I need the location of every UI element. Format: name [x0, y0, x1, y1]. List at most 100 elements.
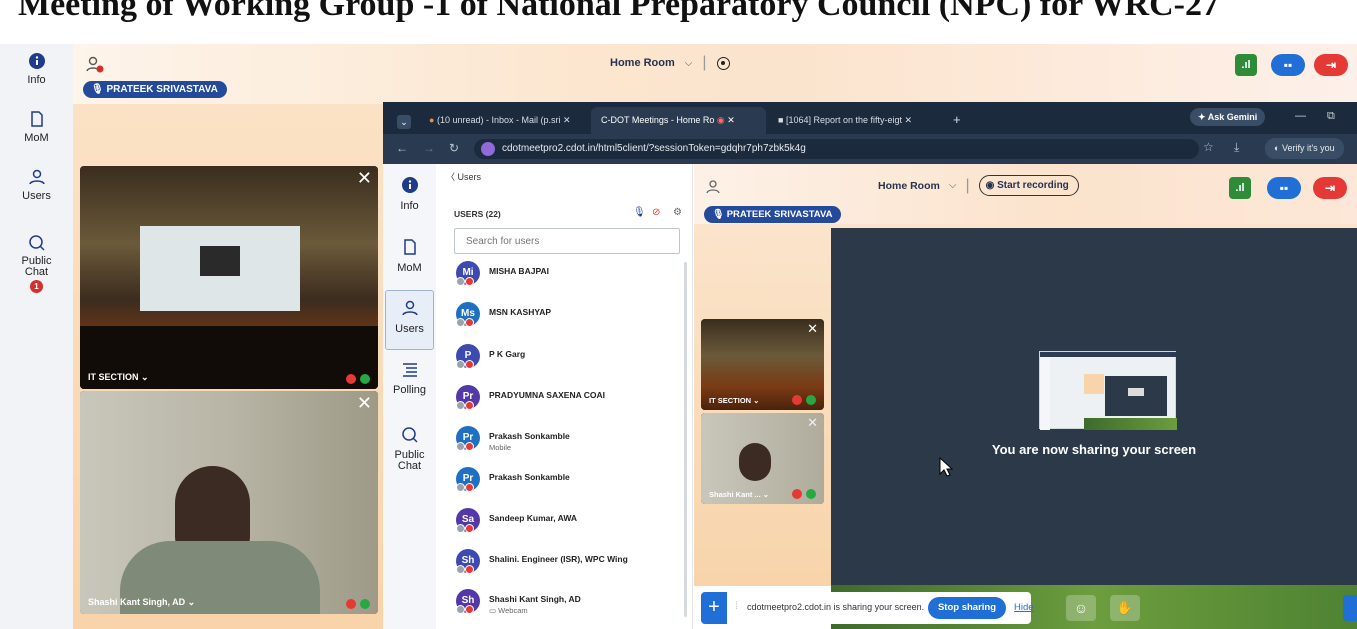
- mic-muted-icon: [465, 524, 474, 533]
- inner-video-tile-it-section[interactable]: ✕ IT SECTION ⌄: [701, 319, 824, 410]
- user-list-toggle-icon[interactable]: [705, 180, 721, 194]
- outer-sidebar-users[interactable]: Users: [0, 168, 73, 202]
- user-row-prakash[interactable]: Pr Prakash Sonkamble: [456, 467, 686, 505]
- meeting-heading: Meeting of Working Group -1 of National …: [18, 0, 1219, 23]
- drag-handle-icon[interactable]: ⁞: [735, 601, 738, 612]
- outer-sidebar-mom[interactable]: MoM: [0, 110, 73, 144]
- edge-button[interactable]: [1343, 595, 1357, 621]
- inner-room-name: Home Room: [878, 179, 940, 192]
- leave-button[interactable]: ⇥: [1313, 177, 1347, 199]
- user-row-misha[interactable]: Mi MISHA BAJPAI: [456, 261, 686, 299]
- record-icon[interactable]: [716, 56, 730, 70]
- inner-room-selector[interactable]: Home Room ⌵ | ◉ Start recording: [878, 175, 1079, 196]
- close-icon[interactable]: ✕: [563, 115, 571, 125]
- user-name: PRADYUMNA SAXENA COAI: [489, 390, 606, 400]
- gear-icon[interactable]: ⚙: [673, 207, 682, 218]
- outer-topbar: [73, 44, 1357, 104]
- inner-sidebar-polling[interactable]: Polling: [383, 360, 436, 396]
- connection-stats-button[interactable]: .ıl: [1235, 54, 1257, 76]
- inner-sidebar-users[interactable]: Users: [385, 290, 434, 350]
- status-icon: [456, 524, 465, 533]
- mute-all-icon[interactable]: ⊘: [652, 207, 660, 218]
- users-back-button[interactable]: 〈 Users: [446, 170, 481, 183]
- tile-label[interactable]: Shashi Kant Singh, AD ⌄: [88, 597, 195, 608]
- connection-stats-button[interactable]: .ıl: [1229, 177, 1251, 199]
- outer-video-tile-it-section[interactable]: ✕ IT SECTION ⌄: [80, 166, 378, 389]
- verify-button[interactable]: ◐ Verify it's you: [1265, 138, 1344, 159]
- tab-inbox[interactable]: ● (10 unread) - Inbox - Mail (p.sri ✕: [419, 107, 589, 134]
- user-row-sandeep[interactable]: Sa Sandeep Kumar, AWA: [456, 508, 686, 546]
- reload-icon[interactable]: ↻: [449, 141, 459, 155]
- tab-report[interactable]: ■ [1064] Report on the fifty-eigt ✕: [768, 107, 948, 134]
- user-icon: [401, 300, 418, 316]
- tile-label[interactable]: IT SECTION ⌄: [709, 396, 759, 405]
- new-tab-button[interactable]: +: [943, 107, 963, 134]
- cursor-icon: [939, 457, 953, 477]
- tile-label[interactable]: Shashi Kant ... ⌄: [709, 490, 769, 499]
- start-recording-button[interactable]: ◉ Start recording: [978, 175, 1079, 196]
- user-list-toggle-icon[interactable]: [86, 56, 106, 74]
- preview-logo: [1128, 388, 1144, 396]
- emoji-button[interactable]: ☺: [1066, 595, 1096, 621]
- chevron-down-icon: ⌵: [948, 180, 957, 191]
- tab-report-label: [1064] Report on the fifty-eigt: [785, 115, 903, 125]
- leave-button[interactable]: ⇥: [1314, 54, 1348, 76]
- user-row-pradyumna[interactable]: Pr PRADYUMNA SAXENA COAI: [456, 385, 686, 423]
- user-row-msn[interactable]: Ms MSN KASHYAP: [456, 302, 686, 340]
- url-field[interactable]: cdotmeetpro2.cdot.in/html5client/?sessio…: [474, 139, 1199, 159]
- mic-muted-icon: [465, 401, 474, 410]
- users-panel: 〈 Users USERS (22) 🎙 ⊘ ⚙ Mi MISHA BAJPAI…: [436, 164, 693, 629]
- user-row-shashi[interactable]: Sh Shashi Kant Singh, AD ▭ Webcam: [456, 589, 686, 627]
- tile-label[interactable]: IT SECTION ⌄: [88, 372, 149, 383]
- inner-video-tile-shashi[interactable]: ✕ Shashi Kant ... ⌄: [701, 413, 824, 504]
- close-icon[interactable]: ✕: [807, 321, 818, 337]
- mic-icon[interactable]: 🎙: [633, 207, 646, 218]
- back-arrow-icon[interactable]: ←: [396, 141, 408, 155]
- tab-cdot-meetings[interactable]: C-DOT Meetings - Home Ro ◉ ✕: [591, 107, 766, 134]
- ask-gemini-button[interactable]: ✦ Ask Gemini: [1190, 108, 1266, 126]
- outer-sidebar-info[interactable]: Info: [0, 52, 73, 86]
- close-icon[interactable]: ✕: [727, 115, 735, 125]
- inner-sidebar-mom[interactable]: MoM: [383, 238, 436, 274]
- inner-presenter-pill: 🎙 PRATEEK SRIVASTAVA: [704, 206, 842, 223]
- user-icon: [28, 169, 45, 185]
- list-icon: [402, 363, 417, 377]
- mic-muted-icon: [465, 605, 474, 614]
- plus-button[interactable]: +: [701, 592, 727, 624]
- outer-sidebar-public-chat[interactable]: Public Chat 1: [0, 234, 73, 293]
- site-info-icon[interactable]: [481, 142, 495, 156]
- close-icon[interactable]: ✕: [807, 415, 818, 431]
- stop-sharing-button[interactable]: Stop sharing: [928, 597, 1006, 619]
- bookmark-star-icon[interactable]: ☆: [1203, 140, 1214, 154]
- screen-share-area: You are now sharing your screen: [831, 228, 1357, 585]
- share-notification-bar: + ⁞ cdotmeetpro2.cdot.in is sharing your…: [701, 592, 1034, 624]
- search-users-input[interactable]: [454, 228, 680, 254]
- download-icon[interactable]: ⤓: [1234, 140, 1239, 155]
- minimize-icon[interactable]: —: [1295, 110, 1306, 122]
- user-name: MSN KASHYAP: [489, 307, 552, 317]
- doc-icon: ■: [778, 115, 784, 125]
- close-icon[interactable]: ✕: [357, 168, 372, 189]
- raise-hand-button[interactable]: ✋: [1110, 595, 1140, 621]
- tab-list-button[interactable]: ⌄: [393, 107, 413, 134]
- inner-sidebar-info[interactable]: Info: [383, 176, 436, 212]
- apps-button[interactable]: ▪▪: [1271, 54, 1305, 76]
- user-name: Shashi Kant Singh, AD: [489, 594, 581, 604]
- user-row-prakash-mobile[interactable]: Pr Prakash Sonkamble Mobile: [456, 426, 686, 464]
- outer-video-tile-shashi[interactable]: ✕ Shashi Kant Singh, AD ⌄: [80, 391, 378, 614]
- outer-sidebar-info-label: Info: [27, 74, 46, 86]
- apps-button[interactable]: ▪▪: [1267, 177, 1301, 199]
- user-row-pkgarg[interactable]: P P K Garg: [456, 344, 686, 382]
- close-icon[interactable]: ✕: [905, 115, 913, 125]
- restore-icon[interactable]: ⧉: [1327, 110, 1335, 123]
- outer-room-selector[interactable]: Home Room ⌵ |: [610, 54, 730, 72]
- mic-muted-icon: [465, 360, 474, 369]
- user-row-shalini[interactable]: Sh Shalini. Engineer (ISR), WPC Wing: [456, 549, 686, 587]
- status-icon: [456, 401, 465, 410]
- hide-link[interactable]: Hide: [1014, 602, 1034, 613]
- close-icon[interactable]: ✕: [357, 393, 372, 414]
- user-name: Shalini. Engineer (ISR), WPC Wing: [489, 554, 628, 564]
- forward-arrow-icon[interactable]: →: [423, 141, 435, 155]
- inner-sidebar-public-chat[interactable]: Public Chat: [383, 426, 436, 472]
- outer-presenter-pill: 🎙 PRATEEK SRIVASTAVA: [83, 81, 227, 98]
